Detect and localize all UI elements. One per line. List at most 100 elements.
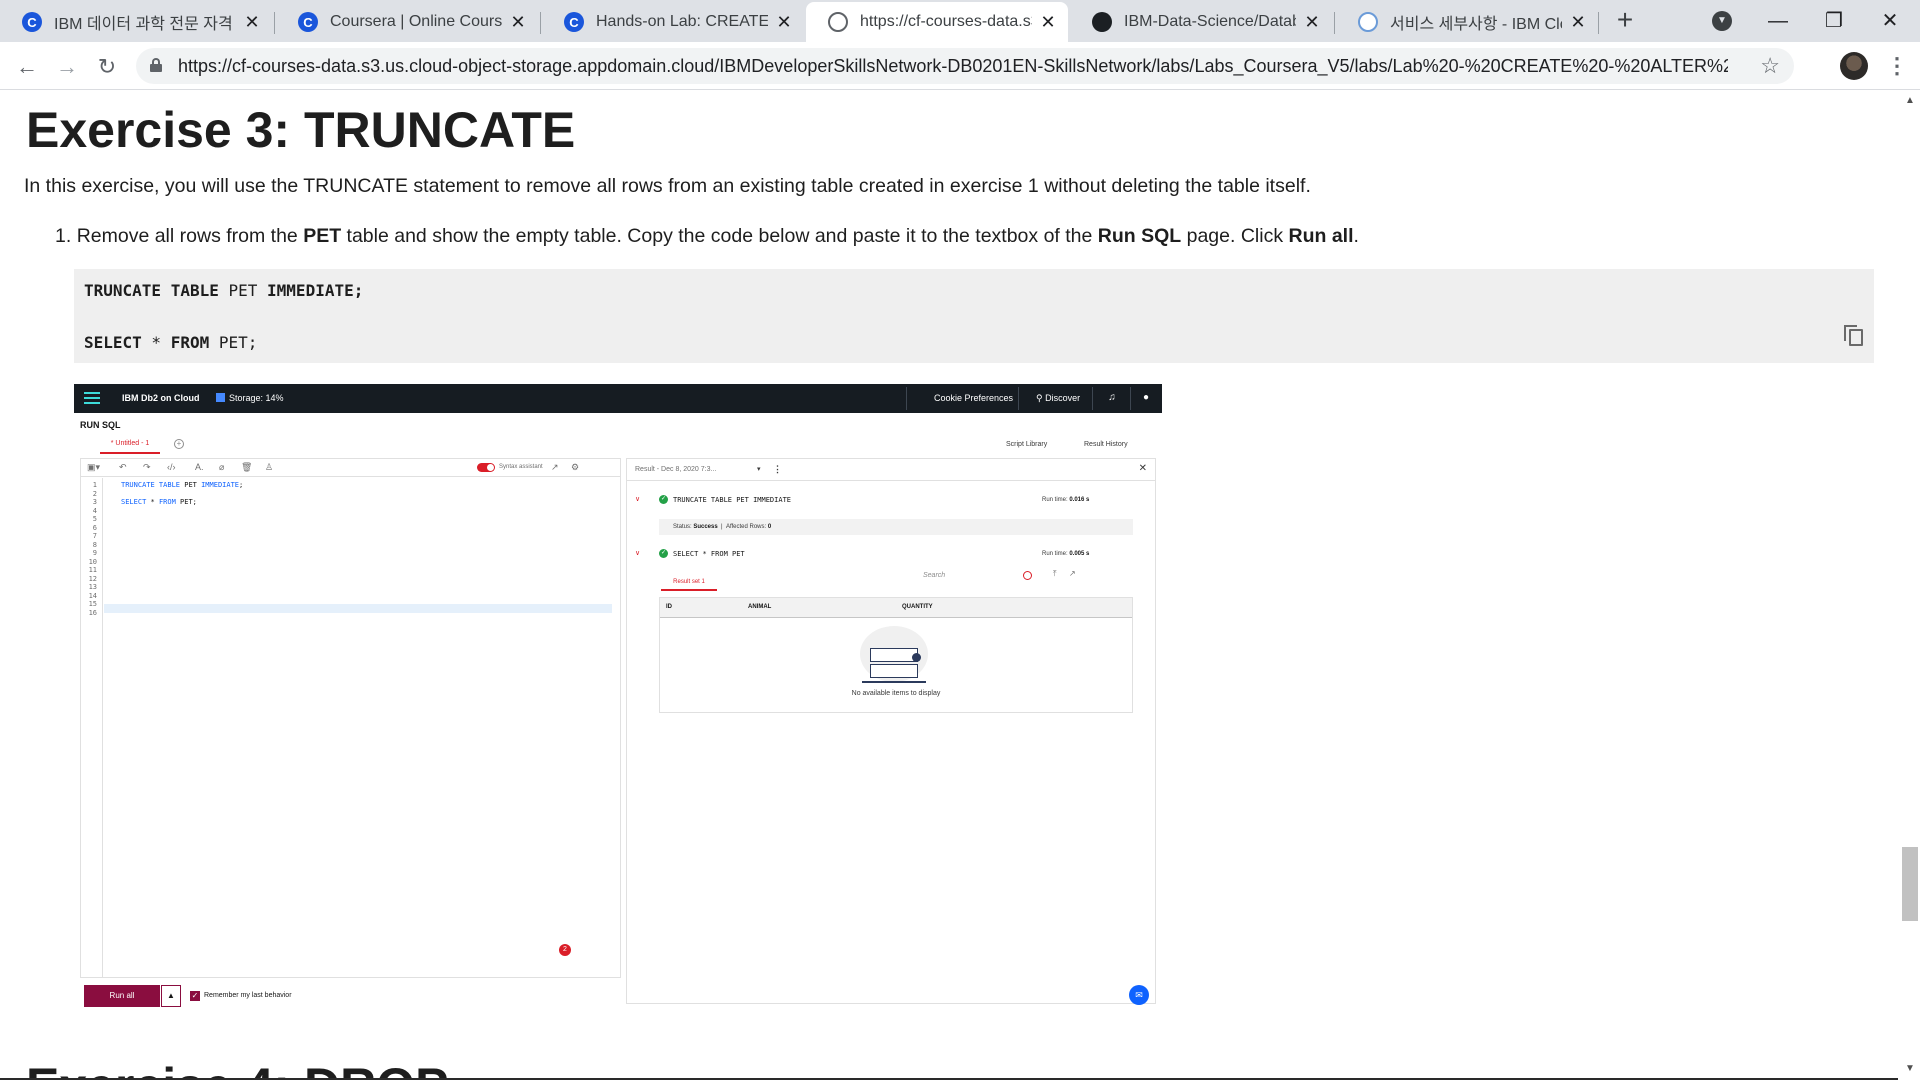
run-options-caret-icon: ▲ bbox=[161, 985, 181, 1007]
user-icon: ● bbox=[1142, 392, 1150, 403]
tab-title: IBM 데이터 과학 전문 자격 bbox=[54, 16, 233, 33]
window-close-icon[interactable]: ✕ bbox=[1862, 4, 1918, 38]
minimize-icon[interactable]: — bbox=[1750, 4, 1806, 38]
browser-tab-6[interactable]: 서비스 세부사항 - IBM Clo ✕ bbox=[1336, 2, 1598, 42]
column-header: ANIMAL bbox=[748, 604, 772, 610]
scroll-up-icon[interactable]: ▲ bbox=[1905, 95, 1915, 106]
coursera-icon: C bbox=[22, 12, 42, 32]
browser-tab-active[interactable]: https://cf-courses-data.s3.u ✕ bbox=[806, 2, 1068, 42]
profile-avatar[interactable] bbox=[1840, 52, 1868, 80]
scroll-down-icon[interactable]: ▼ bbox=[1905, 1063, 1915, 1074]
discover-link: ⚲ Discover bbox=[1036, 393, 1080, 404]
browser-tab-1[interactable]: C IBM 데이터 과학 전문 자격 ✕ bbox=[0, 2, 272, 42]
step-text: Remove all rows from the bbox=[76, 225, 304, 247]
undo-icon: ↶ bbox=[119, 462, 127, 472]
exercise-title: Exercise 3: TRUNCATE bbox=[26, 102, 576, 158]
page-content: Exercise 3: TRUNCATE In this exercise, y… bbox=[0, 91, 1898, 1080]
close-icon[interactable]: ✕ bbox=[1302, 12, 1322, 32]
editor-code-line-3: SELECT * FROM PET; bbox=[121, 498, 197, 506]
line-number: 12 bbox=[88, 575, 97, 583]
lock-icon[interactable] bbox=[150, 58, 162, 72]
browser-tab-2[interactable]: C Coursera | Online Courses ✕ bbox=[276, 2, 538, 42]
code-line-1: TRUNCATE TABLE PET IMMEDIATE; bbox=[84, 281, 363, 300]
location-pin-icon: ⚲ bbox=[1036, 393, 1046, 403]
result-select: Result - Dec 8, 2020 7:3... bbox=[635, 466, 717, 473]
reload-icon[interactable]: ↻ bbox=[94, 54, 120, 80]
editor-toolbar: ▣▾ ↶ ↷ ‹/› A. ⌀ 🗑 ♙ Syntax assistant ↗ ⚙ bbox=[81, 459, 620, 477]
syntax-assistant-label: Syntax assistant bbox=[499, 464, 543, 470]
runtime-label: Run time: bbox=[1042, 497, 1070, 503]
close-icon[interactable]: ✕ bbox=[774, 12, 794, 32]
code-block[interactable]: TRUNCATE TABLE PET IMMEDIATE; SELECT * F… bbox=[74, 269, 1874, 363]
forward-icon[interactable]: → bbox=[54, 54, 80, 80]
scrollbar-thumb[interactable] bbox=[1902, 847, 1918, 921]
success-check-icon: ✓ bbox=[659, 549, 668, 558]
tab-title: https://cf-courses-data.s3.u bbox=[860, 13, 1032, 30]
code-text: * bbox=[146, 498, 159, 506]
url-text[interactable]: https://cf-courses-data.s3.us.cloud-obje… bbox=[178, 56, 1728, 77]
tab-title: IBM-Data-Science/Databas bbox=[1124, 13, 1296, 30]
add-tab-icon: + bbox=[174, 439, 184, 449]
browser-menu-icon[interactable]: ⋮ bbox=[1886, 52, 1908, 80]
browser-tab-5[interactable]: IBM-Data-Science/Databas ✕ bbox=[1070, 2, 1332, 42]
storage-indicator: Storage: 14% bbox=[216, 393, 284, 403]
browser-tab-3[interactable]: C Hands-on Lab: CREATE, AL ✕ bbox=[542, 2, 804, 42]
search-icon bbox=[1023, 571, 1032, 580]
result-history-link: Result History bbox=[1084, 441, 1128, 448]
chevron-down-icon: ∨ bbox=[635, 496, 641, 503]
close-icon[interactable]: ✕ bbox=[1568, 12, 1588, 32]
line-number: 11 bbox=[88, 566, 97, 574]
warning-count-badge: 2 bbox=[559, 944, 571, 956]
back-icon[interactable]: ← bbox=[14, 54, 40, 80]
tab-divider bbox=[540, 12, 541, 34]
step-text: table and show the empty table. Copy the… bbox=[341, 225, 1098, 247]
tab-divider bbox=[1598, 12, 1599, 34]
chevron-down-icon: ▾ bbox=[757, 466, 761, 473]
code-keyword: SELECT bbox=[121, 498, 147, 506]
overflow-menu-icon: ⋮ bbox=[773, 464, 782, 474]
code-keyword: FROM bbox=[158, 498, 176, 506]
line-number: 14 bbox=[88, 592, 97, 600]
cloud-icon bbox=[1358, 12, 1378, 32]
code-text: PET bbox=[180, 481, 202, 489]
statement-2-runtime: Run time: 0.005 s bbox=[1042, 551, 1089, 557]
format-icon: A. bbox=[195, 462, 204, 472]
line-number: 10 bbox=[88, 558, 97, 566]
result-table: ID ANIMAL QUANTITY No available items to… bbox=[659, 597, 1133, 713]
step-bold-page: Run SQL bbox=[1097, 225, 1182, 247]
line-number: 5 bbox=[92, 515, 97, 523]
run-sql-title: RUN SQL bbox=[80, 420, 121, 430]
bookmark-star-icon[interactable]: ☆ bbox=[1760, 53, 1780, 79]
bell-icon: ♫ bbox=[1108, 392, 1116, 403]
settings-icon: ⚙ bbox=[571, 462, 580, 472]
tab-strip: C IBM 데이터 과학 전문 자격 ✕ C Coursera | Online… bbox=[0, 0, 1920, 42]
code-text: ; bbox=[239, 481, 244, 489]
copy-icon[interactable] bbox=[1844, 325, 1864, 347]
close-icon[interactable]: ✕ bbox=[508, 12, 528, 32]
tab-search-icon[interactable]: ▼ bbox=[1712, 11, 1732, 31]
cookie-preferences: Cookie Preferences bbox=[934, 393, 1014, 403]
code-line-2: SELECT * FROM PET; bbox=[84, 333, 257, 352]
storage-icon bbox=[216, 393, 225, 402]
new-tab-button[interactable]: + bbox=[1612, 6, 1638, 34]
code-keyword: IMMEDIATE bbox=[201, 481, 240, 489]
step-bold-table: PET bbox=[303, 225, 342, 247]
chevron-down-icon: ∨ bbox=[635, 550, 641, 557]
divider bbox=[1092, 387, 1093, 410]
code-text: PET; bbox=[175, 498, 197, 506]
page-scrollbar[interactable]: ▲ ▼ bbox=[1900, 91, 1920, 1080]
address-bar[interactable]: https://cf-courses-data.s3.us.cloud-obje… bbox=[136, 48, 1794, 84]
line-number: 7 bbox=[92, 532, 97, 540]
result-search: Search bbox=[923, 572, 946, 579]
tab-title: Coursera | Online Courses bbox=[330, 13, 502, 30]
runtime-value: 0.016 s bbox=[1069, 497, 1090, 503]
close-icon[interactable]: ✕ bbox=[1038, 12, 1058, 32]
expand-icon: ↗ bbox=[1069, 569, 1076, 578]
script-library-link: Script Library bbox=[1006, 441, 1048, 448]
storage-text: Storage: 14% bbox=[229, 393, 284, 403]
restore-icon[interactable]: ❐ bbox=[1806, 4, 1862, 38]
active-line-highlight bbox=[104, 604, 612, 613]
line-number: 4 bbox=[92, 507, 97, 515]
db2-screenshot: IBM Db2 on Cloud Storage: 14% Cookie Pre… bbox=[74, 384, 1162, 1008]
close-icon[interactable]: ✕ bbox=[242, 12, 262, 32]
